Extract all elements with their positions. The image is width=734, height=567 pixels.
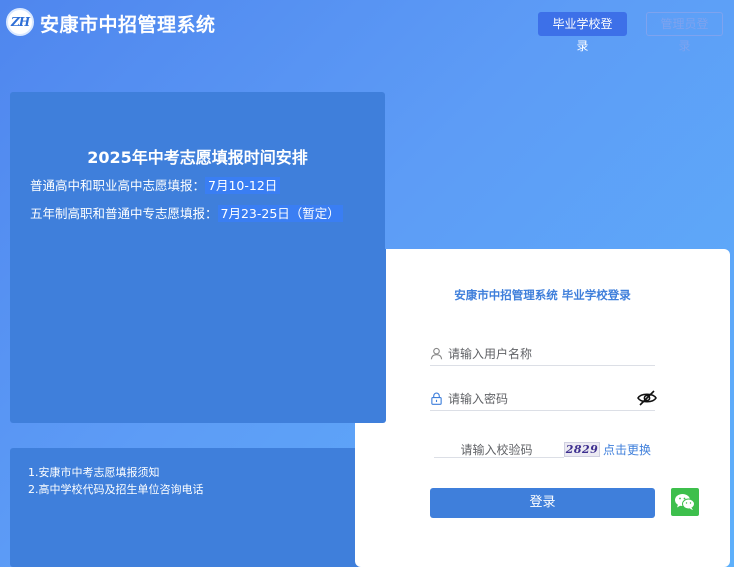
notice-item: 普通高中和职业高中志愿填报： 7月10-12日	[30, 177, 281, 195]
app-title: 安康市中招管理系统	[40, 14, 216, 36]
captcha-image[interactable]: 2829	[564, 442, 600, 457]
logo: ZH	[6, 8, 34, 36]
logo-text: ZH	[10, 15, 30, 29]
notice-item: 五年制高职和普通中专志愿填报： 7月23-25日（暂定）	[30, 205, 343, 223]
captcha-refresh-link[interactable]: 点击更换	[603, 441, 651, 458]
user-icon	[430, 347, 443, 360]
notice-title: 2025年中考志愿填报时间安排	[87, 148, 308, 167]
notice-item-date: 7月10-12日	[205, 177, 281, 194]
eye-slash-icon[interactable]	[636, 389, 658, 407]
lock-icon	[431, 392, 442, 405]
link-school-codes[interactable]: 2.高中学校代码及招生单位咨询电话	[28, 481, 204, 497]
password-input[interactable]	[448, 389, 628, 409]
username-field	[430, 344, 655, 366]
username-input[interactable]	[448, 344, 628, 364]
notice-item-label: 五年制高职和普通中专志愿填报：	[30, 206, 218, 221]
wechat-icon	[675, 494, 695, 510]
captcha-code: 2829	[565, 443, 599, 456]
notice-card-edge	[355, 249, 386, 423]
schedule-notice-card: 2025年中考志愿填报时间安排 普通高中和职业高中志愿填报： 7月10-12日 五…	[10, 92, 385, 423]
link-filling-guide[interactable]: 1.安康市中考志愿填报须知	[28, 464, 160, 480]
login-panel: 安康市中招管理系统 毕业学校登录 2829 点击更换 登录	[355, 249, 730, 567]
captcha-field	[434, 439, 564, 459]
links-card: 1.安康市中考志愿填报须知 2.高中学校代码及招生单位咨询电话	[10, 448, 385, 567]
wechat-login-button[interactable]	[671, 488, 699, 516]
captcha-input[interactable]	[434, 441, 559, 459]
admin-login-button[interactable]: 管理员登录	[646, 12, 723, 53]
notice-item-date: 7月23-25日（暂定）	[217, 205, 343, 222]
login-button[interactable]: 登录	[430, 488, 655, 518]
school-login-button[interactable]: 毕业学校登录	[538, 12, 627, 53]
login-title: 安康市中招管理系统 毕业学校登录	[454, 288, 631, 302]
password-field	[430, 389, 658, 411]
notice-item-label: 普通高中和职业高中志愿填报：	[30, 178, 206, 193]
